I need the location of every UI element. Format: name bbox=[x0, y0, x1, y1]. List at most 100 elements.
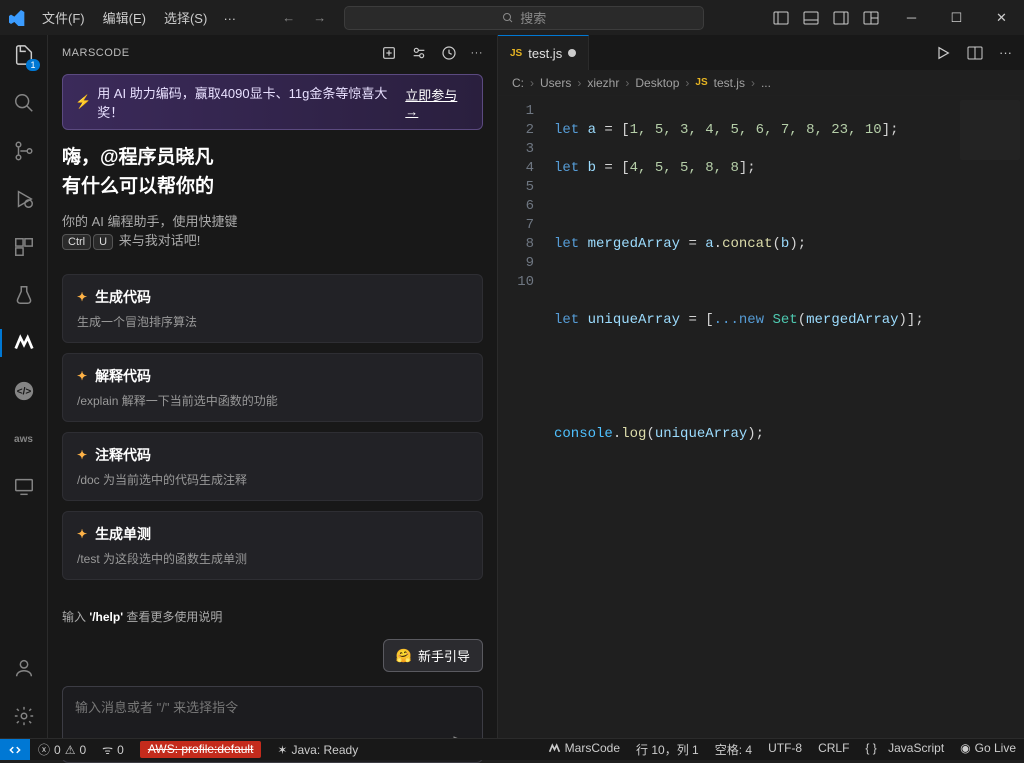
toggle-panel-icon[interactable] bbox=[803, 10, 819, 26]
activity-account-icon[interactable] bbox=[0, 654, 48, 682]
java-ready-icon: ✶ bbox=[277, 743, 287, 757]
warning-icon: ⚠ bbox=[65, 743, 76, 757]
marscode-panel: MARSCODE ··· ⚡ 用 AI 助力编码，赢取4090显卡、11g金条等… bbox=[48, 35, 498, 738]
panel-title: MARSCODE bbox=[62, 47, 381, 59]
activity-search-icon[interactable] bbox=[0, 89, 48, 117]
panel-header-actions: ··· bbox=[381, 45, 484, 61]
card-explain-code[interactable]: ✦解释代码 /explain 解释一下当前选中函数的功能 bbox=[62, 353, 483, 422]
status-eol[interactable]: CRLF bbox=[810, 741, 857, 755]
nav-forward-icon[interactable]: → bbox=[313, 10, 326, 25]
card-unit-test[interactable]: ✦生成单测 /test 为这段选中的函数生成单测 bbox=[62, 511, 483, 580]
layout-controls bbox=[773, 10, 879, 26]
search-icon bbox=[502, 12, 514, 24]
status-bar: ⓧ0 ⚠0 ᯤ0 AWS: profile:default ✶ Java: Re… bbox=[0, 738, 1024, 760]
status-aws[interactable]: AWS: profile:default bbox=[132, 739, 270, 760]
card-title-text: 生成单测 bbox=[95, 524, 151, 544]
explorer-badge: 1 bbox=[26, 59, 39, 71]
status-go-live[interactable]: ◉ Go Live bbox=[952, 741, 1024, 755]
js-file-icon: JS bbox=[510, 48, 522, 59]
promo-cta[interactable]: 立即参与 → bbox=[405, 85, 470, 119]
window-minimize-icon[interactable]: ─ bbox=[889, 0, 934, 35]
js-file-icon: JS bbox=[695, 77, 707, 88]
menu-more-icon[interactable]: … bbox=[217, 4, 242, 31]
bolt-icon: ⚡ bbox=[75, 94, 91, 110]
sparkle-icon: ✦ bbox=[77, 290, 87, 304]
card-desc: /explain 解释一下当前选中函数的功能 bbox=[77, 392, 468, 409]
crumb[interactable]: C: bbox=[512, 76, 524, 90]
antenna-icon: ᯤ bbox=[102, 741, 113, 758]
panel-settings-icon[interactable] bbox=[411, 45, 427, 61]
code-editor[interactable]: 12345678910 let a = [1, 5, 3, 4, 5, 6, 7… bbox=[498, 96, 1024, 738]
status-marscode[interactable]: MarsCode bbox=[540, 741, 628, 755]
split-editor-icon[interactable] bbox=[967, 45, 983, 61]
error-icon: ⓧ bbox=[38, 741, 50, 758]
menu-bar: 文件(F) 编辑(E) 选择(S) … bbox=[34, 4, 242, 31]
crumb[interactable]: ... bbox=[761, 76, 771, 90]
new-chat-icon[interactable] bbox=[381, 45, 397, 61]
activity-bar: 1 </> aws bbox=[0, 35, 48, 738]
broadcast-icon: ◉ bbox=[960, 741, 970, 755]
activity-extensions-icon[interactable] bbox=[0, 233, 48, 261]
activity-remote-explorer-icon[interactable] bbox=[0, 473, 48, 501]
activity-source-control-icon[interactable] bbox=[0, 137, 48, 165]
toggle-secondary-sidebar-icon[interactable] bbox=[833, 10, 849, 26]
activity-explorer-icon[interactable]: 1 bbox=[0, 41, 48, 69]
status-encoding[interactable]: UTF-8 bbox=[760, 741, 810, 755]
help-hint-cmd: '/help' bbox=[89, 610, 123, 624]
activity-settings-icon[interactable] bbox=[0, 702, 48, 730]
status-java[interactable]: ✶ Java: Ready bbox=[269, 739, 366, 760]
run-file-icon[interactable] bbox=[935, 45, 951, 61]
menu-selection[interactable]: 选择(S) bbox=[156, 4, 215, 31]
menu-file[interactable]: 文件(F) bbox=[34, 4, 93, 31]
activity-codegpt-icon[interactable]: </> bbox=[0, 377, 48, 405]
tab-test-js[interactable]: JS test.js bbox=[498, 35, 589, 70]
activity-testing-icon[interactable] bbox=[0, 281, 48, 309]
line-gutter: 12345678910 bbox=[498, 96, 546, 738]
promo-text: 用 AI 助力编码，赢取4090显卡、11g金条等惊喜大奖！ bbox=[97, 83, 395, 121]
status-cursor-position[interactable]: 行 10，列 1 bbox=[628, 741, 707, 758]
nav-back-icon[interactable]: ← bbox=[282, 10, 295, 25]
kbd-ctrl: Ctrl bbox=[62, 234, 91, 250]
status-problems[interactable]: ⓧ0 ⚠0 bbox=[30, 739, 94, 760]
card-desc: /test 为这段选中的函数生成单测 bbox=[77, 550, 468, 567]
editor-more-icon[interactable]: ··· bbox=[999, 45, 1012, 60]
panel-more-icon[interactable]: ··· bbox=[471, 45, 484, 61]
status-ports[interactable]: ᯤ0 bbox=[94, 739, 132, 760]
main-area: 1 </> aws MARSCODE ··· ⚡ 用 AI 助力编码 bbox=[0, 35, 1024, 738]
card-title-text: 注释代码 bbox=[95, 445, 151, 465]
history-icon[interactable] bbox=[441, 45, 457, 61]
status-language-mode[interactable]: { } JavaScript bbox=[857, 741, 952, 755]
help-hint-post: 查看更多使用说明 bbox=[123, 610, 222, 624]
crumb[interactable]: xiezhr bbox=[587, 76, 619, 90]
vscode-logo-icon bbox=[8, 10, 26, 26]
minimap[interactable] bbox=[960, 100, 1020, 160]
command-center-search[interactable]: 搜索 bbox=[344, 6, 704, 30]
promo-banner[interactable]: ⚡ 用 AI 助力编码，赢取4090显卡、11g金条等惊喜大奖！ 立即参与 → bbox=[62, 74, 483, 130]
remote-indicator-icon[interactable] bbox=[0, 739, 30, 760]
card-doc-code[interactable]: ✦注释代码 /doc 为当前选中的代码生成注释 bbox=[62, 432, 483, 501]
crumb[interactable]: Desktop bbox=[635, 76, 679, 90]
nav-arrows: ← → bbox=[282, 10, 326, 25]
card-generate-code[interactable]: ✦生成代码 生成一个冒泡排序算法 bbox=[62, 274, 483, 343]
breadcrumb[interactable]: C:› Users› xiezhr› Desktop› JS test.js› … bbox=[498, 70, 1024, 96]
tab-label: test.js bbox=[528, 46, 562, 61]
activity-run-debug-icon[interactable] bbox=[0, 185, 48, 213]
activity-marscode-icon[interactable] bbox=[0, 329, 48, 357]
suggestion-cards: ✦生成代码 生成一个冒泡排序算法 ✦解释代码 /explain 解释一下当前选中… bbox=[62, 274, 483, 580]
toggle-primary-sidebar-icon[interactable] bbox=[773, 10, 789, 26]
greeting-line1: 嗨，@程序员晓凡 bbox=[62, 144, 483, 173]
beginner-guide-button[interactable]: 🤗 新手引导 bbox=[383, 639, 483, 672]
window-close-icon[interactable]: ✕ bbox=[979, 0, 1024, 35]
window-controls: ─ ☐ ✕ bbox=[889, 0, 1024, 35]
menu-edit[interactable]: 编辑(E) bbox=[95, 4, 154, 31]
activity-aws-icon[interactable]: aws bbox=[0, 425, 48, 453]
customize-layout-icon[interactable] bbox=[863, 10, 879, 26]
status-indentation[interactable]: 空格: 4 bbox=[707, 741, 760, 758]
window-maximize-icon[interactable]: ☐ bbox=[934, 0, 979, 35]
crumb[interactable]: test.js bbox=[714, 76, 745, 90]
crumb[interactable]: Users bbox=[540, 76, 571, 90]
panel-header: MARSCODE ··· bbox=[48, 35, 497, 70]
search-placeholder: 搜索 bbox=[520, 8, 546, 27]
sparkle-icon: ✦ bbox=[77, 369, 87, 383]
code-content[interactable]: let a = [1, 5, 3, 4, 5, 6, 7, 8, 23, 10]… bbox=[546, 96, 1024, 738]
